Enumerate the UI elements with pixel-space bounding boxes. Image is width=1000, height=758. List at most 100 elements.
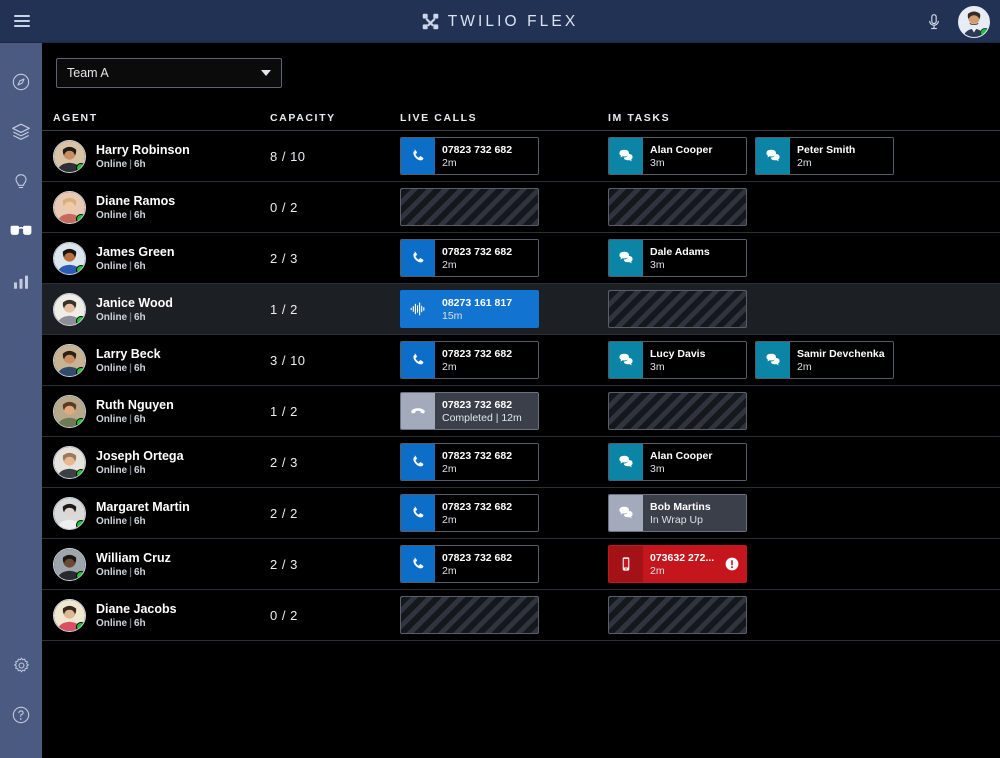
bar-chart-icon	[11, 272, 31, 292]
alert-icon	[724, 556, 740, 572]
task-card-chat[interactable]: Peter Smith2m	[755, 137, 894, 175]
hamburger-menu-button[interactable]	[0, 0, 44, 43]
task-icon-wrap	[609, 546, 643, 582]
task-icon-wrap	[401, 342, 435, 378]
avatar[interactable]	[53, 191, 86, 224]
status-dot	[76, 316, 86, 326]
task-card-voice[interactable]: 07823 732 6822m	[400, 341, 539, 379]
table-row[interactable]: William CruzOnline|6h2 / 307823 732 6822…	[42, 539, 1000, 590]
task-icon-wrap	[401, 291, 435, 327]
capacity-value: 2 / 3	[270, 251, 400, 266]
task-card-chat[interactable]: Samir Devchenka2m	[755, 341, 894, 379]
avatar[interactable]	[53, 395, 86, 428]
task-card-sms[interactable]: 073632 272...2m	[608, 545, 747, 583]
avatar[interactable]	[53, 548, 86, 581]
task-title: 07823 732 682	[442, 246, 538, 258]
task-card-body: Dale Adams3m	[643, 240, 746, 276]
agent-meta: Larry Beck Online|6h	[96, 347, 161, 374]
agent-meta: Harry RobinsonOnline|6h	[96, 143, 190, 170]
table-row[interactable]: James GreenOnline|6h2 / 307823 732 6822m…	[42, 233, 1000, 284]
task-title: 07823 732 682	[442, 450, 538, 462]
task-subtitle: 2m	[797, 157, 893, 169]
task-card-voice[interactable]: 07823 732 6822m	[400, 494, 539, 532]
live-calls-cell: 07823 732 6822m	[400, 545, 608, 583]
sidebar-item-navigate[interactable]	[0, 57, 42, 107]
avatar[interactable]	[53, 599, 86, 632]
avatar[interactable]	[958, 6, 990, 38]
table-row[interactable]: Joseph OrtegaOnline|6h2 / 307823 732 682…	[42, 437, 1000, 488]
task-subtitle: 2m	[442, 259, 538, 271]
task-card-body: 08273 161 81715m	[435, 291, 538, 327]
avatar[interactable]	[53, 140, 86, 173]
status-dot	[76, 163, 86, 173]
table-row[interactable]: Larry BeckOnline|6h3 / 1007823 732 6822m…	[42, 335, 1000, 386]
agent-status: Online|6h	[96, 363, 161, 374]
table-row[interactable]: Diane JacobsOnline|6h0 / 2	[42, 590, 1000, 641]
table-row[interactable]: Margaret MartinOnline|6h2 / 207823 732 6…	[42, 488, 1000, 539]
rail-top-group	[0, 43, 42, 307]
sidebar-item-analytics[interactable]	[0, 257, 42, 307]
task-icon-wrap	[401, 546, 435, 582]
phone-icon	[409, 555, 427, 573]
task-card-voice[interactable]: 07823 732 6822m	[400, 545, 539, 583]
task-title: 07823 732 682	[442, 399, 538, 411]
sidebar-item-queues[interactable]	[0, 107, 42, 157]
task-title: Alan Cooper	[650, 144, 746, 156]
sidebar-item-insights[interactable]	[0, 157, 42, 207]
status-dot	[76, 214, 86, 224]
task-icon-wrap	[609, 495, 643, 531]
sidebar-item-supervisor[interactable]	[0, 207, 42, 257]
agent-meta: Joseph OrtegaOnline|6h	[96, 449, 184, 476]
im-tasks-cell	[608, 188, 1000, 226]
avatar[interactable]	[53, 242, 86, 275]
table-row[interactable]: Janice WoodOnline|6h1 / 208273 161 81715…	[42, 284, 1000, 335]
task-title: Samir Devchenka	[797, 348, 893, 360]
avatar[interactable]	[53, 497, 86, 530]
team-filter-dropdown[interactable]: Team A	[56, 58, 282, 88]
agent-name: Larry Beck	[96, 347, 161, 361]
task-card-voice[interactable]: 07823 732 6822m	[400, 443, 539, 481]
task-icon-wrap	[401, 240, 435, 276]
task-card-voice-active[interactable]: 08273 161 81715m	[400, 290, 539, 328]
column-header-live-calls: LIVE CALLS	[400, 112, 608, 124]
table-row[interactable]: Diane RamosOnline|6h0 / 2	[42, 182, 1000, 233]
avatar[interactable]	[53, 293, 86, 326]
microphone-icon[interactable]	[924, 11, 944, 33]
task-subtitle: 15m	[442, 310, 538, 322]
table-row[interactable]: Harry RobinsonOnline|6h8 / 1007823 732 6…	[42, 131, 1000, 182]
task-card-completed[interactable]: 07823 732 682Completed | 12m	[400, 392, 539, 430]
avatar[interactable]	[53, 344, 86, 377]
task-card-chat[interactable]: Alan Cooper3m	[608, 443, 747, 481]
waveform-icon	[409, 300, 427, 318]
status-dot	[980, 28, 990, 38]
brand: TWILIO FLEX	[0, 0, 1000, 43]
glasses-icon	[9, 223, 33, 241]
task-subtitle: Completed | 12m	[442, 412, 538, 424]
live-calls-cell: 07823 732 6822m	[400, 443, 608, 481]
task-subtitle: 2m	[442, 565, 538, 577]
sidebar-item-settings[interactable]	[0, 640, 42, 690]
im-tasks-cell: Alan Cooper3mPeter Smith2m	[608, 137, 1000, 175]
column-header-capacity: CAPACITY	[270, 112, 400, 124]
task-card-chat[interactable]: Lucy Davis3m	[608, 341, 747, 379]
lightbulb-icon	[11, 172, 31, 192]
empty-task-slot	[608, 596, 747, 634]
task-card-chat[interactable]: Alan Cooper3m	[608, 137, 747, 175]
chat-icon	[764, 147, 782, 165]
chat-icon	[617, 453, 635, 471]
task-icon-wrap	[756, 138, 790, 174]
table-row[interactable]: Ruth NguyenOnline|6h1 / 207823 732 682Co…	[42, 386, 1000, 437]
task-card-chat[interactable]: Dale Adams3m	[608, 239, 747, 277]
twilio-logo-icon	[422, 13, 439, 30]
task-card-voice[interactable]: 07823 732 6822m	[400, 239, 539, 277]
task-card-wrapup[interactable]: Bob MartinsIn Wrap Up	[608, 494, 747, 532]
agent-name: Janice Wood	[96, 296, 173, 310]
avatar[interactable]	[53, 446, 86, 479]
task-card-voice[interactable]: 07823 732 6822m	[400, 137, 539, 175]
phone-icon	[409, 453, 427, 471]
sidebar-item-help[interactable]	[0, 690, 42, 740]
im-tasks-cell: Alan Cooper3m	[608, 443, 1000, 481]
rail-bottom-group	[0, 640, 42, 758]
task-icon-wrap	[609, 444, 643, 480]
task-subtitle: 3m	[650, 361, 746, 373]
